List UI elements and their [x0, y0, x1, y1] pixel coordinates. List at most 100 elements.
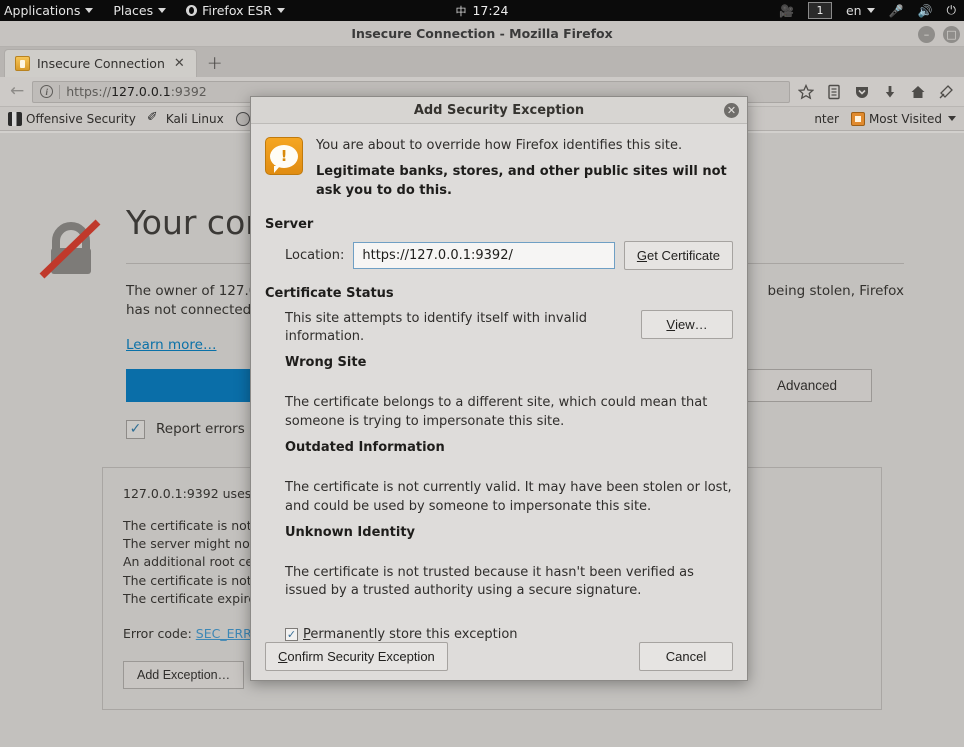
- issue-heading-outdated-information: Outdated Information: [285, 439, 445, 455]
- back-button[interactable]: ←: [6, 83, 28, 100]
- chevron-down-icon: [866, 8, 875, 13]
- bookmark-label: nter: [814, 111, 839, 126]
- certificate-status-text: This site attempts to identify itself wi…: [285, 310, 588, 345]
- cancel-button[interactable]: Cancel: [639, 642, 733, 672]
- clock-glyph-icon: 中: [455, 4, 467, 18]
- warning-bubble: !: [270, 144, 298, 173]
- permanent-exception-row[interactable]: ✓ Permanently store this exception: [265, 627, 733, 642]
- download-icon[interactable]: [878, 80, 902, 104]
- certificate-status-label: Certificate Status: [265, 285, 394, 301]
- bookmark-nethunter[interactable]: nter: [810, 112, 843, 126]
- location-input[interactable]: https://127.0.0.1:9392/: [353, 241, 615, 269]
- view-label-rest: iew…: [675, 316, 708, 332]
- certificate-status-row: This site attempts to identify itself wi…: [265, 309, 733, 348]
- exclamation-glyph: !: [280, 146, 288, 165]
- offsec-icon: [8, 111, 22, 126]
- firefox-esr-label: Firefox ESR: [202, 3, 272, 18]
- accesskey: G: [636, 247, 648, 263]
- view-certificate-button[interactable]: View…: [641, 309, 733, 339]
- system-menu-group: Applications Places Firefox ESR: [0, 0, 295, 21]
- confirm-label-rest: onfirm Security Exception: [287, 649, 435, 665]
- language-selector[interactable]: en: [840, 3, 881, 18]
- dialog-body: ! You are about to override how Firefox …: [251, 124, 747, 642]
- add-exception-button[interactable]: Add Exception…: [123, 661, 245, 690]
- advanced-button[interactable]: Advanced: [742, 368, 872, 402]
- bookmark-offensive-security[interactable]: Offensive Security: [4, 111, 140, 126]
- bookmark-label: Kali Linux: [165, 111, 224, 126]
- learn-more-link[interactable]: Learn more…: [126, 337, 217, 353]
- url-port: :9392: [170, 84, 207, 99]
- home-icon[interactable]: [906, 80, 930, 104]
- confirm-security-exception-button[interactable]: Confirm Security Exception: [265, 642, 448, 672]
- power-icon[interactable]: ⏻: [941, 0, 963, 21]
- kali-dragon-icon: [147, 110, 162, 126]
- system-clock: 17:24: [472, 3, 509, 18]
- language-label: en: [845, 3, 862, 18]
- dialog-intro-text: You are about to override how Firefox id…: [316, 137, 733, 201]
- location-label: Location:: [285, 247, 345, 263]
- bookmark-label: Most Visited: [868, 111, 942, 126]
- workspace-switcher[interactable]: 1: [802, 0, 838, 21]
- bookmark-label: Offensive Security: [26, 111, 136, 126]
- chevron-down-icon: [158, 8, 167, 13]
- speaker-icon[interactable]: 🔊: [912, 0, 939, 21]
- issue-body-wrong-site: The certificate belongs to a different s…: [285, 395, 708, 430]
- close-icon[interactable]: ✕: [724, 103, 739, 118]
- accesskey: V: [666, 316, 676, 332]
- url-scheme: https://: [66, 84, 112, 99]
- chevron-down-icon: [276, 8, 285, 13]
- add-security-exception-dialog: Add Security Exception ✕ ! You are about…: [250, 96, 748, 681]
- bookmark-kali-linux[interactable]: Kali Linux: [144, 110, 228, 126]
- pocket-icon[interactable]: [850, 80, 874, 104]
- new-tab-button[interactable]: +: [197, 54, 233, 73]
- tab-insecure-connection[interactable]: Insecure Connection ✕: [4, 49, 197, 77]
- places-menu[interactable]: Places: [103, 0, 176, 21]
- chevron-down-icon: [85, 8, 94, 13]
- get-certificate-label-rest: et Certificate: [647, 247, 720, 263]
- window-title: Insecure Connection - Mozilla Firefox: [351, 26, 613, 41]
- devtools-icon[interactable]: [934, 80, 958, 104]
- maximize-button[interactable]: □: [943, 25, 960, 43]
- permanent-exception-label: Permanently store this exception: [303, 627, 518, 642]
- dialog-intro-line1: You are about to override how Firefox id…: [316, 138, 683, 153]
- dialog-intro: ! You are about to override how Firefox …: [265, 137, 733, 201]
- permanent-exception-label-rest: ermanently store this exception: [310, 627, 518, 643]
- camera-icon[interactable]: 🎥: [773, 0, 800, 21]
- page-favicon-icon: [15, 56, 30, 71]
- close-icon[interactable]: ✕: [172, 57, 187, 70]
- places-menu-label: Places: [113, 3, 154, 18]
- microphone-icon[interactable]: 🎤: [883, 0, 910, 21]
- system-panel: Applications Places Firefox ESR 中 17:24 …: [0, 0, 964, 21]
- error-paragraph-line1-tail: being stolen, Firefox: [767, 283, 904, 300]
- window-titlebar: Insecure Connection - Mozilla Firefox – …: [0, 21, 964, 47]
- url-host: 127.0.0.1: [111, 84, 171, 99]
- url-separator: [59, 84, 61, 99]
- applications-menu-label: Applications: [4, 3, 81, 18]
- permanent-exception-checkbox[interactable]: ✓: [285, 628, 298, 642]
- dialog-title: Add Security Exception: [413, 102, 585, 118]
- bookmark-most-visited[interactable]: Most Visited: [847, 111, 960, 126]
- issue-body-outdated-information: The certificate is not currently valid. …: [285, 479, 732, 514]
- window-controls: – □: [918, 21, 960, 47]
- dialog-footer: Confirm Security Exception Cancel: [251, 642, 747, 684]
- dialog-titlebar: Add Security Exception ✕: [251, 97, 747, 124]
- tab-strip: Insecure Connection ✕ +: [0, 47, 964, 77]
- warning-icon: !: [265, 137, 303, 175]
- globe-icon: [235, 111, 250, 126]
- chevron-down-icon: [948, 116, 956, 121]
- report-errors-checkbox[interactable]: ✓: [126, 419, 145, 439]
- star-icon[interactable]: [794, 80, 818, 104]
- accesskey: C: [278, 649, 288, 665]
- workspace-indicator: 1: [807, 2, 832, 19]
- issue-heading-unknown-identity: Unknown Identity: [285, 524, 416, 540]
- location-row: Location: https://127.0.0.1:9392/ Get Ce…: [265, 240, 733, 270]
- library-icon[interactable]: [822, 80, 846, 104]
- site-info-icon[interactable]: i: [40, 85, 54, 98]
- firefox-esr-menu[interactable]: Firefox ESR: [176, 0, 295, 21]
- url-text: https://127.0.0.1:9392: [66, 84, 206, 99]
- get-certificate-button[interactable]: Get Certificate: [623, 240, 733, 270]
- applications-menu[interactable]: Applications: [0, 0, 103, 21]
- minimize-button[interactable]: –: [918, 25, 935, 43]
- server-section-label: Server: [265, 216, 314, 232]
- tab-label: Insecure Connection: [37, 56, 165, 71]
